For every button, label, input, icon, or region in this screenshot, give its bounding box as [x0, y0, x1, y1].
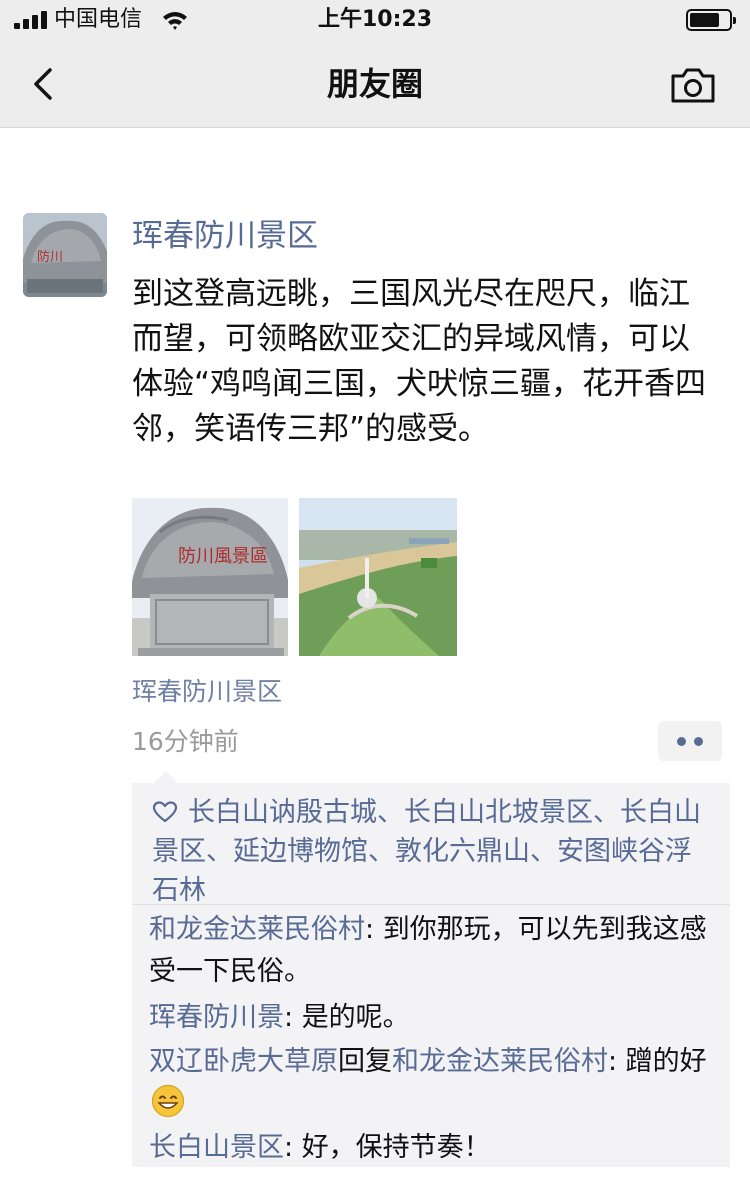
- comment-author[interactable]: 长白山景区: [149, 1132, 284, 1163]
- likes-list: 长白山讷殷古城、长白山北坡景区、长白山景区、延边博物馆、敦化六鼎山、安图峡谷浮石…: [152, 793, 712, 910]
- camera-icon[interactable]: [670, 66, 716, 104]
- post-photo-river[interactable]: [299, 498, 457, 656]
- post-timestamp: 16分钟前: [132, 727, 239, 756]
- comment-author[interactable]: 双辽卧虎大草原: [149, 1046, 338, 1077]
- battery-icon: [686, 9, 736, 31]
- heart-icon: [152, 801, 178, 823]
- post-location[interactable]: 珲春防川景区: [132, 675, 282, 709]
- grin-emoji-icon: [151, 1084, 185, 1118]
- comments-list: 和龙金达莱民俗村: 到你那玩，可以先到我这感受一下民俗。 珲春防川景: 是的呢。…: [149, 909, 719, 1169]
- comment-item[interactable]: 珲春防川景: 是的呢。: [149, 997, 719, 1039]
- author-avatar[interactable]: 防川: [23, 213, 107, 297]
- svg-text:防川風景區: 防川風景區: [178, 546, 268, 567]
- comment-text: 好，保持节奏！: [301, 1132, 491, 1163]
- comment-separator: :: [284, 1002, 302, 1033]
- comment-item[interactable]: 长白山景区: 好，保持节奏！: [149, 1127, 719, 1169]
- likes-names[interactable]: 长白山讷殷古城、长白山北坡景区、长白山景区、延边博物馆、敦化六鼎山、安图峡谷浮石…: [152, 797, 701, 906]
- comment-reply-to[interactable]: 和龙金达莱民俗村: [392, 1046, 608, 1077]
- comment-author[interactable]: 和龙金达莱民俗村: [149, 914, 365, 945]
- post-photo-monument[interactable]: 防川風景區: [132, 498, 288, 656]
- divider: [132, 904, 730, 905]
- page-title: 朋友圈: [326, 65, 423, 103]
- more-dots-icon[interactable]: [658, 721, 722, 761]
- comment-reply-word: 回复: [338, 1046, 392, 1077]
- clock: 上午10:23: [317, 7, 433, 32]
- comment-author[interactable]: 珲春防川景: [149, 1002, 284, 1033]
- comment-text: 是的呢。: [301, 1002, 410, 1033]
- likes-comments-box: 长白山讷殷古城、长白山北坡景区、长白山景区、延边博物馆、敦化六鼎山、安图峡谷浮石…: [132, 771, 730, 1169]
- comment-separator: :: [608, 1046, 626, 1077]
- comment-text: 蹭的好: [625, 1046, 707, 1077]
- comment-item[interactable]: 和龙金达莱民俗村: 到你那玩，可以先到我这感受一下民俗。: [149, 909, 719, 993]
- comment-item[interactable]: 双辽卧虎大草原回复和龙金达莱民俗村: 蹭的好: [149, 1041, 719, 1125]
- status-bar: 中国电信 上午10:23: [0, 0, 750, 40]
- svg-text:防川: 防川: [37, 249, 63, 265]
- comment-separator: :: [365, 914, 383, 945]
- post-content: 到这登高远眺，三国风光尽在咫尺，临江而望，可领略欧亚交汇的异域风情，可以体验“鸡…: [132, 276, 707, 447]
- comment-separator: :: [284, 1132, 302, 1163]
- author-name[interactable]: 珲春防川景区: [132, 216, 318, 256]
- nav-bar: 朋友圈: [0, 40, 750, 128]
